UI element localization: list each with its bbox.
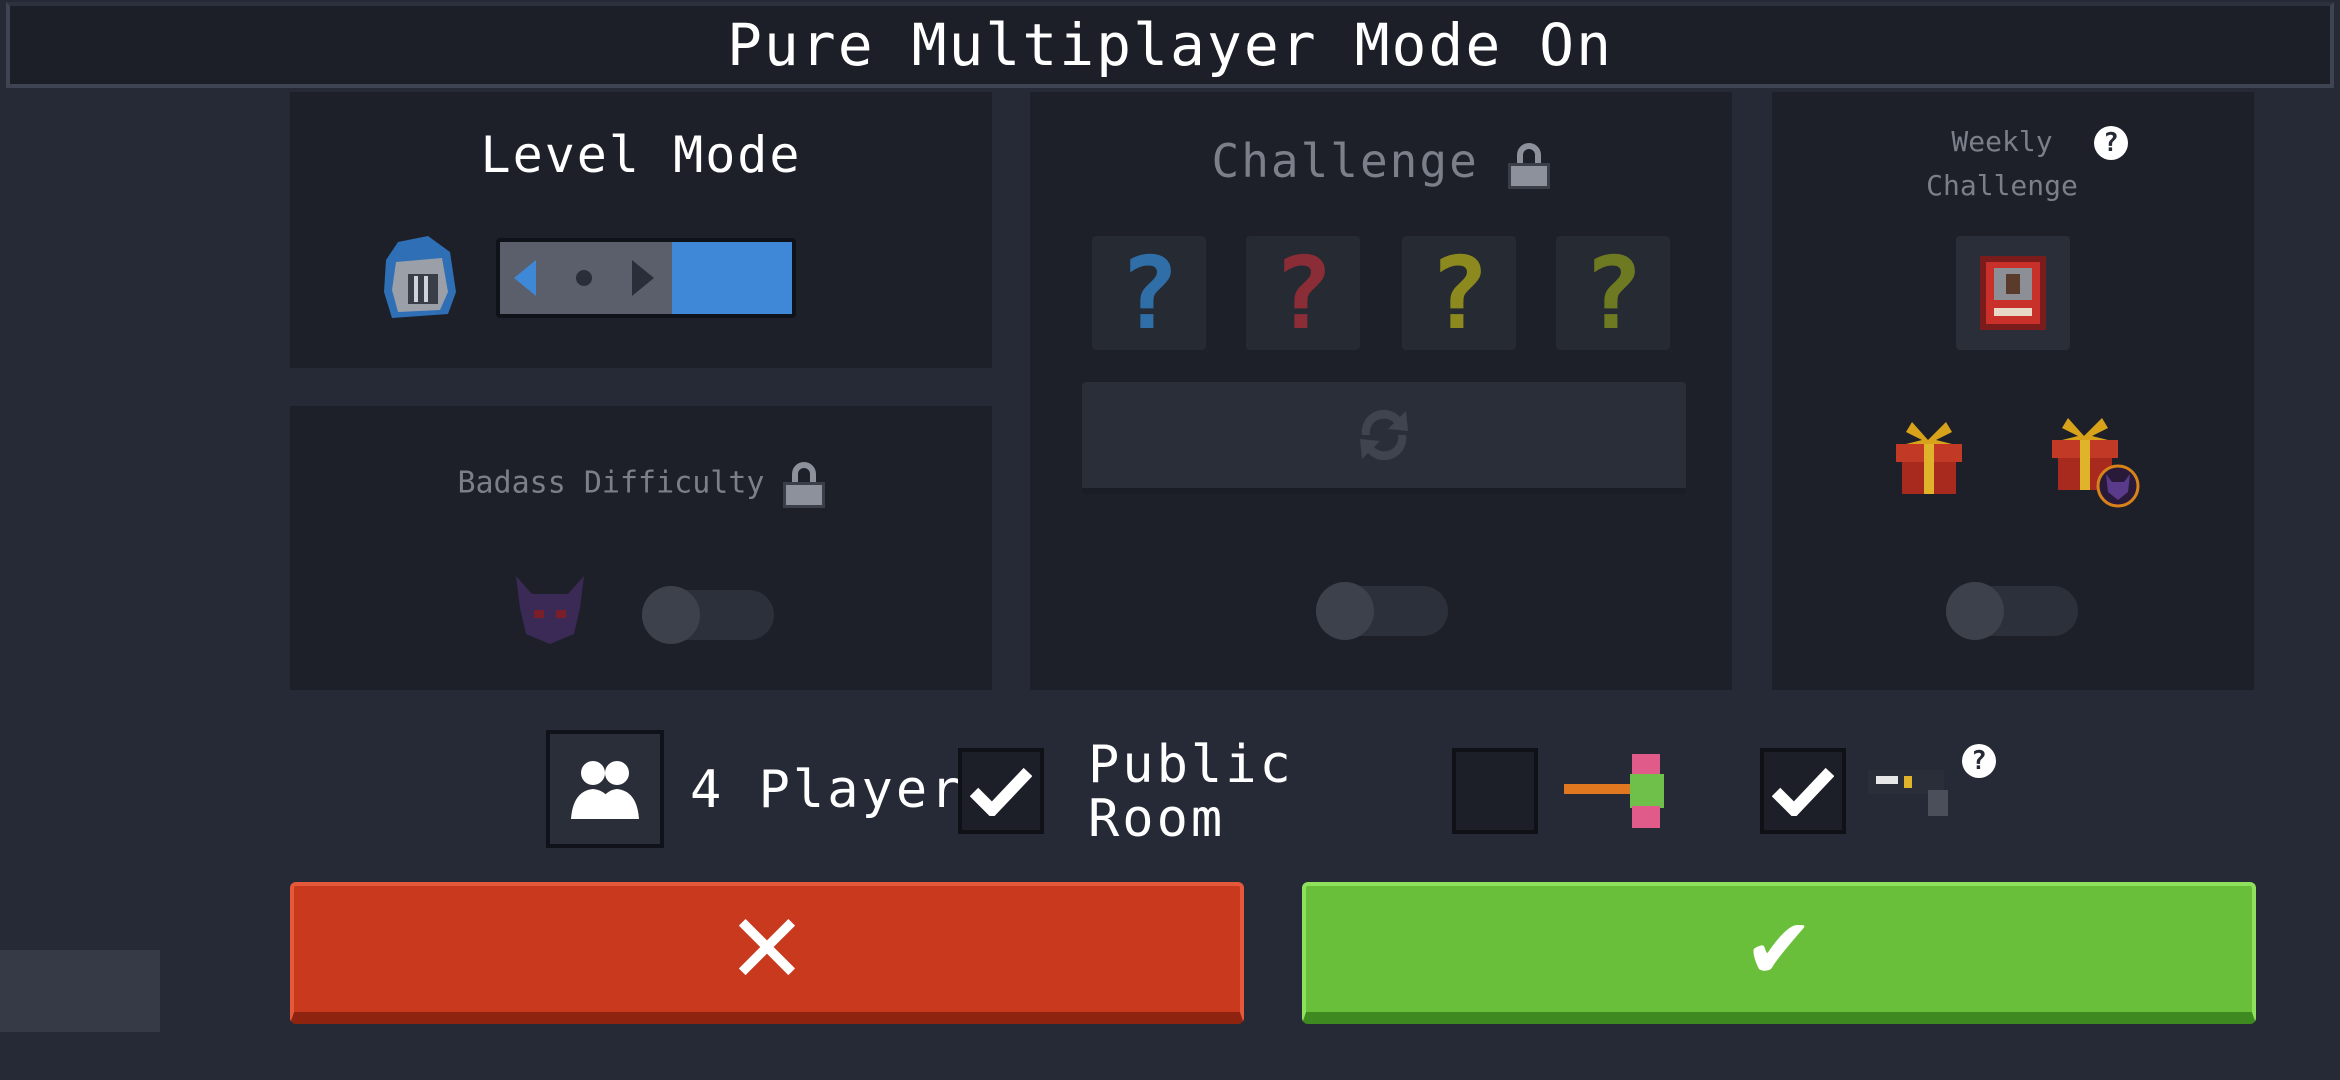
weekly-card-icon [1980,256,2046,330]
slider-dot-icon [576,270,592,286]
weekly-title-line2: Challenge [1926,169,2078,202]
mode-banner: Pure Multiplayer Mode On [6,2,2334,88]
cancel-button[interactable]: ✕ [290,882,1244,1024]
gift-box-icon [1892,418,1966,498]
hammer-icon [1560,748,1676,834]
players-button[interactable] [546,730,664,848]
badass-toggle[interactable] [642,586,774,644]
gun-option-checkbox[interactable] [1760,748,1846,834]
public-room-checkbox[interactable] [958,748,1044,834]
public-room-label: Public Room [1088,738,1294,846]
checkmark-icon [970,767,1032,816]
gun-help-icon[interactable]: ? [1962,744,1996,778]
challenge-slot-4: ? [1556,234,1670,352]
weekly-toggle[interactable] [1946,582,2078,640]
challenge-slot-3: ? [1402,234,1516,352]
badass-title-row: Badass Difficulty [290,462,992,508]
badass-title: Badass Difficulty [457,465,765,501]
challenge-slot-1: ? [1092,234,1206,352]
refresh-icon [1360,409,1408,461]
question-mark-icon: ? [1582,234,1644,352]
challenge-panel: Challenge ? ? ? ? [1030,92,1732,690]
banner-title: Pure Multiplayer Mode On [726,11,1614,79]
slider-right-arrow-icon[interactable] [632,260,654,296]
level-mode-panel: Level Mode [290,92,992,368]
gun-icon [1866,760,1962,820]
public-room-line1: Public [1088,735,1294,795]
level-mode-title: Level Mode [480,126,802,184]
weekly-title: Weekly Challenge [1772,120,2232,208]
badass-difficulty-panel: Badass Difficulty [290,406,992,690]
players-icon [571,761,639,819]
question-mark-icon: ? [1428,234,1490,352]
public-room-line2: Room [1088,789,1226,849]
challenge-title: Challenge [1211,134,1479,188]
weekly-challenge-panel: Weekly Challenge ? [1772,92,2254,690]
challenge-refresh-button[interactable] [1082,382,1686,494]
weekly-help-icon[interactable]: ? [2094,126,2128,160]
challenge-toggle[interactable] [1316,582,1448,640]
blurred-element [0,950,160,1032]
lock-icon [782,462,825,508]
knight-helmet-icon [378,232,460,324]
hammer-option-checkbox[interactable] [1452,748,1538,834]
slider-left-arrow-icon[interactable] [514,260,536,296]
weekly-title-line1: Weekly [1951,125,2053,158]
lock-icon [1508,142,1551,189]
level-mode-slider[interactable] [496,238,796,318]
challenge-slot-2: ? [1246,234,1360,352]
close-icon: ✕ [726,893,808,1005]
check-icon: ✔ [1743,900,1815,998]
checkmark-icon [1772,767,1834,816]
weekly-card-slot[interactable] [1956,236,2070,350]
confirm-button[interactable]: ✔ [1302,882,2256,1024]
demon-helmet-icon [510,568,590,648]
gift-box-badass-icon [2048,414,2140,508]
question-mark-icon: ? [1272,234,1334,352]
slider-selected-fill [672,242,792,314]
question-mark-icon: ? [1118,234,1180,352]
challenge-title-row: Challenge [1030,134,1732,189]
players-label: 4 Players [690,760,999,820]
